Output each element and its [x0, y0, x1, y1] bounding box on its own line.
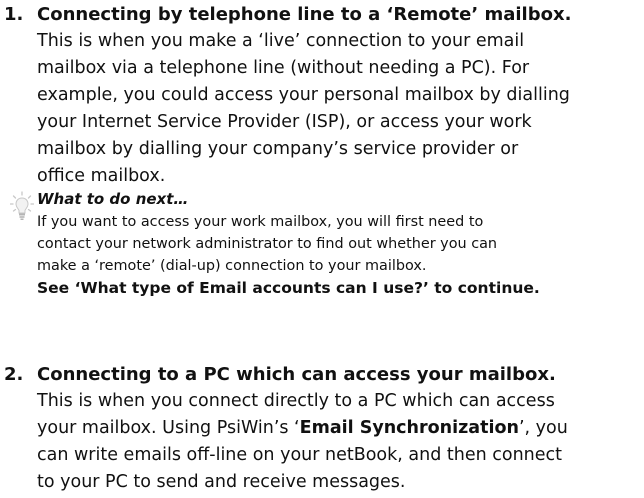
item-heading: Connecting by telephone line to a ‘Remot…: [37, 4, 572, 25]
item-body: This is when you make a ‘live’ connectio…: [37, 28, 644, 190]
document-page: 1. Connecting by telephone line to a ‘Re…: [0, 0, 644, 498]
body-line: office mailbox.: [37, 166, 166, 186]
body-line: can write emails off-line on your netBoo…: [37, 445, 563, 465]
body-line: mailbox by dialling your company’s servi…: [37, 139, 519, 159]
body-line: your Internet Service Provider (ISP), or…: [37, 112, 532, 132]
tip-heading: What to do next…: [37, 190, 189, 208]
body-line: your mailbox. Using PsiWin’s ‘Email Sync…: [37, 415, 644, 442]
body-text-segment: ’, you: [518, 418, 568, 438]
tip-line: contact your network administrator to fi…: [37, 236, 498, 253]
body-line: This is when you make a ‘live’ connectio…: [37, 31, 525, 51]
tip-line: If you want to access your work mailbox,…: [37, 214, 484, 230]
see-also-reference: See ‘What type of Email accounts can I u…: [37, 279, 540, 297]
body-line: mailbox via a telephone line (without ne…: [37, 58, 530, 78]
email-sync-term: Email Synchronization: [299, 418, 519, 438]
body-text-segment: your mailbox. Using PsiWin’s ‘: [37, 418, 300, 438]
item-number: 2.: [4, 364, 24, 385]
tip-line: make a ‘remote’ (dial-up) connection to …: [37, 258, 427, 275]
body-line: example, you could access your personal …: [37, 85, 570, 105]
body-line: to your PC to send and receive messages.: [37, 472, 406, 492]
body-line: This is when you connect directly to a P…: [37, 391, 555, 411]
item-heading: Connecting to a PC which can access your…: [37, 364, 556, 385]
item-number: 1.: [4, 4, 24, 25]
tip-body: If you want to access your work mailbox,…: [37, 211, 644, 278]
item-body: This is when you connect directly to a P…: [37, 388, 644, 496]
lightbulb-icon: [10, 191, 34, 220]
